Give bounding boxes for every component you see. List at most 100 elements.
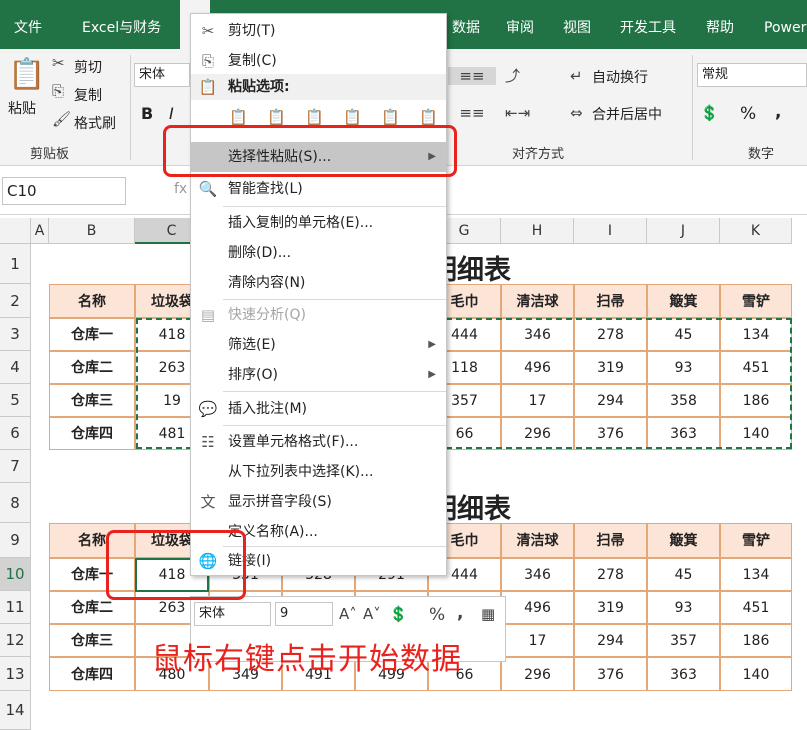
table-cell[interactable]: 簸箕 (647, 523, 720, 558)
font-name-combo[interactable]: 宋体 (134, 63, 190, 87)
paste-default-icon[interactable]: 📋 (229, 108, 248, 126)
table-cell[interactable]: 扫帚 (574, 284, 647, 318)
menu-item-format-cells[interactable]: ☷ 设置单元格格式(F)... (191, 427, 446, 457)
menu-item-insert-copied[interactable]: 插入复制的单元格(E)... (191, 208, 446, 238)
row-header[interactable]: 6 (0, 417, 31, 450)
comma-icon[interactable]: , (457, 603, 463, 623)
table-cell[interactable]: 140 (720, 657, 792, 691)
table-cell[interactable]: 363 (647, 657, 720, 691)
menu-item-clear[interactable]: 清除内容(N) (191, 268, 446, 298)
row-header[interactable]: 2 (0, 284, 31, 318)
comma-button[interactable]: , (775, 102, 781, 122)
table-cell[interactable]: 376 (574, 657, 647, 691)
italic-button[interactable]: I (169, 104, 174, 123)
decrease-font-icon[interactable]: A˅ (363, 605, 381, 623)
copy-icon[interactable]: ⎘ (52, 82, 64, 100)
table-cell[interactable]: 仓库二 (49, 351, 135, 384)
table-cell[interactable]: 451 (720, 591, 792, 624)
wrap-text-button[interactable]: 自动换行 (592, 67, 648, 87)
tab-data[interactable]: 数据 (452, 0, 480, 49)
format-painter-icon[interactable]: 🖌 (52, 110, 71, 128)
row-header[interactable]: 4 (0, 351, 31, 384)
column-header[interactable]: H (501, 218, 574, 244)
table-cell[interactable]: 清洁球 (501, 284, 574, 318)
select-all-corner[interactable] (0, 218, 31, 244)
table-cell[interactable]: 17 (501, 624, 574, 657)
table-cell[interactable]: 仓库四 (49, 657, 135, 691)
currency-icon[interactable]: 💲 (700, 104, 719, 122)
table-cell[interactable]: 278 (574, 558, 647, 591)
cut-icon[interactable]: ✂ (52, 54, 65, 72)
row-header[interactable]: 10 (0, 558, 31, 591)
table-cell[interactable]: 仓库三 (49, 624, 135, 657)
mini-font-combo[interactable]: 宋体 (194, 602, 271, 626)
column-header[interactable]: K (720, 218, 792, 244)
copy-button[interactable]: 复制 (74, 85, 102, 105)
table-cell[interactable]: 357 (647, 624, 720, 657)
menu-item-smart-lookup[interactable]: 🔍 智能查找(L) (191, 174, 446, 204)
percent-button[interactable]: % (740, 104, 756, 124)
menu-item-cut[interactable]: ✂ 剪切(T) (191, 16, 446, 46)
menu-item-filter[interactable]: 筛选(E) ▶ (191, 330, 446, 360)
column-header[interactable]: J (647, 218, 720, 244)
menu-item-quick-analysis[interactable]: ▤ 快速分析(Q) (191, 300, 446, 330)
borders-icon[interactable]: ▦ (481, 605, 495, 623)
bold-button[interactable]: B (141, 104, 153, 123)
table-cell[interactable]: 496 (501, 591, 574, 624)
table-cell[interactable]: 扫帚 (574, 523, 647, 558)
row-header[interactable]: 9 (0, 523, 31, 558)
name-box[interactable]: C10 (2, 177, 126, 205)
row-header[interactable]: 11 (0, 591, 31, 624)
table-cell[interactable]: 294 (574, 624, 647, 657)
wrap-text-icon[interactable]: ↵ (570, 67, 583, 85)
table-cell[interactable]: 仓库四 (49, 417, 135, 450)
menu-item-pick-list[interactable]: 从下拉列表中选择(K)... (191, 457, 446, 487)
table-cell[interactable]: 346 (501, 558, 574, 591)
table-cell[interactable]: 仓库一 (49, 318, 135, 351)
tab-help[interactable]: 帮助 (706, 0, 734, 49)
table-cell[interactable]: 45 (647, 558, 720, 591)
table-cell[interactable]: 簸箕 (647, 284, 720, 318)
indent-icon[interactable]: ⇤⇥ (505, 104, 530, 122)
tab-developer[interactable]: 开发工具 (620, 0, 676, 49)
paste-link-icon[interactable]: 📋 (419, 108, 438, 126)
tab-power[interactable]: Power (764, 0, 806, 49)
format-painter-button[interactable]: 格式刷 (74, 113, 116, 133)
tab-review[interactable]: 审阅 (506, 0, 534, 49)
mini-size-combo[interactable]: 9 (275, 602, 333, 626)
paste-icon[interactable]: 📋 (8, 57, 45, 92)
orientation-icon[interactable]: ⤴ (505, 65, 520, 86)
menu-item-insert-comment[interactable]: 💬 插入批注(M) (191, 394, 446, 424)
number-format-combo[interactable]: 常规 (697, 63, 807, 87)
paste-transpose-icon[interactable]: 📋 (343, 108, 362, 126)
table-cell[interactable]: 296 (501, 657, 574, 691)
menu-item-phonetic[interactable]: 文显示拼音字段(S) (191, 487, 446, 517)
table-cell[interactable]: 134 (720, 558, 792, 591)
column-header[interactable]: B (49, 218, 135, 244)
increase-font-icon[interactable]: A˄ (339, 605, 357, 623)
row-header[interactable]: 13 (0, 657, 31, 691)
row-header[interactable]: 14 (0, 691, 31, 730)
table-cell[interactable]: 319 (574, 591, 647, 624)
paste-button[interactable]: 粘贴 (8, 98, 36, 118)
menu-item-sort[interactable]: 排序(O) ▶ (191, 360, 446, 390)
row-header[interactable]: 12 (0, 624, 31, 657)
tab-excel-finance[interactable]: Excel与财务 (82, 0, 161, 49)
row-header[interactable]: 3 (0, 318, 31, 351)
align-center-icon[interactable]: ≡≡ (448, 104, 496, 122)
paste-formatting-icon[interactable]: 📋 (381, 108, 400, 126)
row-header[interactable]: 8 (0, 483, 31, 523)
row-header[interactable]: 1 (0, 244, 31, 284)
cut-button[interactable]: 剪切 (74, 57, 102, 77)
table-cell[interactable]: 93 (647, 591, 720, 624)
table-cell[interactable]: 仓库三 (49, 384, 135, 417)
menu-item-copy[interactable]: ⎘ 复制(C) (191, 46, 446, 76)
table-cell[interactable]: 清洁球 (501, 523, 574, 558)
column-header[interactable]: A (31, 218, 49, 244)
percent-icon[interactable]: % (429, 605, 445, 625)
table-cell[interactable]: 雪铲 (720, 284, 792, 318)
paste-formulas-icon[interactable]: 📋 (305, 108, 324, 126)
merge-center-button[interactable]: 合并后居中 (592, 104, 662, 124)
column-header[interactable]: I (574, 218, 647, 244)
table-cell[interactable]: 名称 (49, 284, 135, 318)
